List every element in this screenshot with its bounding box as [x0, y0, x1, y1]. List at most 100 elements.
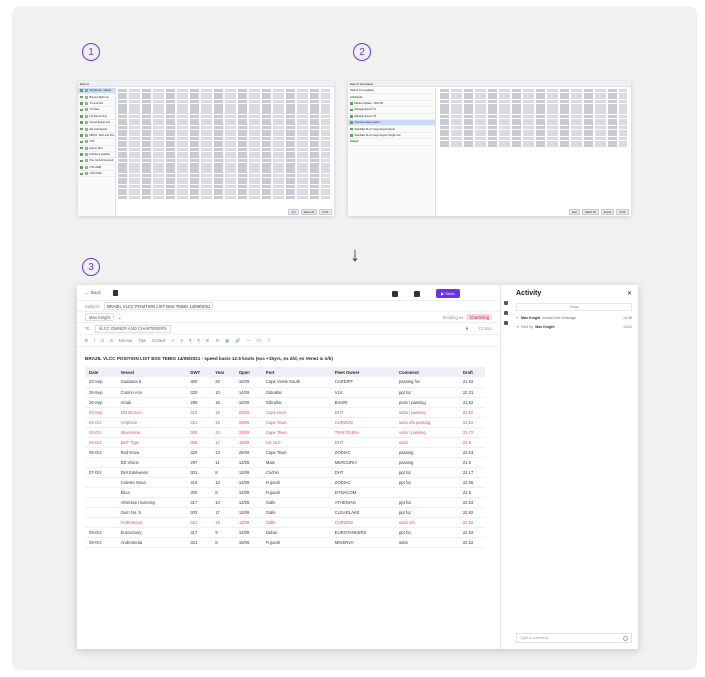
check-icon [350, 121, 353, 124]
format-tool[interactable]: ≡ [267, 338, 269, 343]
radio-icon[interactable] [84, 146, 88, 150]
chevron-down-icon[interactable]: ⌄ [118, 315, 122, 320]
cell-vessel: DS Vision [116, 457, 187, 468]
format-tool[interactable]: ☰ [206, 338, 210, 343]
templates-preview [440, 89, 627, 208]
cell-draft: 21.5 [458, 487, 485, 498]
cell-year: 9 [211, 527, 235, 538]
radio-icon[interactable] [84, 95, 88, 99]
preview-line [118, 192, 330, 196]
comment-input[interactable]: Type a comment [516, 633, 632, 643]
radio-icon[interactable] [84, 108, 88, 112]
export-item-label: OTA OVAF [89, 172, 103, 176]
select-all-button[interactable]: Select All [300, 209, 318, 215]
new-template-button[interactable]: New [568, 209, 581, 215]
send-button[interactable]: ▶ Send [436, 289, 460, 298]
templates-xcvl-button[interactable]: XCVL [616, 209, 629, 215]
export-list-item[interactable]: OTA OVAF [78, 171, 115, 178]
radio-icon[interactable] [84, 133, 88, 137]
radio-icon[interactable] [84, 165, 88, 169]
radio-icon[interactable] [84, 114, 88, 118]
format-tool[interactable]: U [101, 338, 104, 343]
cell-owner: ATHENIAN [330, 497, 395, 508]
attachment-icon[interactable] [504, 321, 508, 325]
cell-draft: 22.52 [458, 407, 485, 418]
export-xcvl-button[interactable]: XCVL [319, 209, 332, 215]
trash-icon[interactable] [112, 289, 118, 296]
radio-icon[interactable] [84, 159, 88, 163]
radio-icon[interactable] [84, 101, 88, 105]
format-tool[interactable]: B [85, 338, 88, 343]
format-tool[interactable]: <> [257, 338, 262, 343]
format-tool[interactable]: S [110, 338, 113, 343]
activity-title: Activity [516, 289, 542, 297]
sending-as-tag[interactable]: Chartering [466, 314, 492, 320]
format-tool[interactable]: A [172, 338, 175, 343]
format-tool[interactable]: ▦ [225, 338, 229, 343]
subject-input[interactable]: BRAZIL VLCC POSITION LIST BSS TEBIG 14/0… [104, 302, 214, 310]
cell-dwt: 303 [186, 507, 212, 518]
cell-port: Dubai [261, 527, 331, 538]
format-tool[interactable]: A [180, 338, 183, 343]
radio-icon[interactable] [84, 89, 88, 93]
export-item-label: OTA 1998 [89, 165, 102, 169]
cell-draft: 22.31 [458, 387, 485, 398]
event-user: Max Knight [535, 325, 555, 329]
column-header: Date [85, 367, 117, 377]
radio-icon[interactable] [84, 153, 88, 157]
check-icon [80, 153, 83, 156]
cell-year: 8 [211, 487, 235, 498]
cell-year: 8 [211, 467, 235, 478]
cell-date: 26-Sep [85, 397, 117, 408]
preview-line [118, 144, 330, 148]
to-recipient-chip[interactable]: VLCC OWNER AND CHARTERERS [94, 324, 171, 333]
tag-icon[interactable] [504, 311, 508, 315]
format-tool[interactable]: ¶ [189, 338, 191, 343]
format-tool[interactable]: — [246, 338, 250, 343]
cell-owner: CURZON [330, 417, 395, 428]
cell-date: 06-Oct [85, 447, 117, 458]
sort-az-button[interactable]: A-Z [288, 209, 299, 215]
clear-recipients-icon[interactable]: ✕ [465, 326, 469, 331]
print-icon[interactable] [392, 290, 398, 297]
table-row: Athenian Harmony 317 10 13/09 Galle ATHENIAN p… [85, 497, 485, 508]
cell-dwt: 317 [186, 527, 212, 538]
cell-comment: passing [394, 447, 459, 458]
format-tool[interactable]: I [94, 338, 95, 343]
from-select[interactable]: Max Knight [85, 313, 114, 321]
help-icon[interactable] [623, 635, 628, 641]
preview-line [118, 103, 330, 107]
format-tool[interactable]: ☰ [215, 338, 219, 343]
format-tool[interactable]: ¶ [197, 338, 199, 343]
template-item-label: Manage Export VS [354, 114, 377, 118]
cell-port: Cape Town [261, 427, 331, 438]
templates-select-all-button[interactable]: Select All [582, 209, 599, 215]
radio-icon[interactable] [84, 127, 88, 131]
back-link[interactable]: ← Back [85, 290, 101, 295]
cell-port: Gibraltar [261, 397, 331, 408]
template-item-label: Stanbiker M+C Cargo Export Excel [354, 127, 395, 131]
cell-open: 14/09 [234, 387, 262, 398]
cell-draft: 21.5 [458, 457, 485, 468]
activity-icon[interactable] [504, 301, 508, 305]
cell-open: 23/09 [234, 417, 262, 428]
format-tool[interactable]: Tipe [138, 338, 146, 343]
cell-year: 13 [211, 477, 235, 488]
format-tool[interactable]: Default [152, 338, 165, 343]
cc-bcc-link[interactable]: Cc Bcc [479, 326, 492, 331]
calendar-icon[interactable] [414, 290, 420, 297]
format-tool[interactable]: 🔗 [235, 338, 240, 344]
radio-icon[interactable] [84, 140, 88, 144]
column-header: Year [211, 367, 235, 377]
cell-comment: poss / passing [394, 397, 459, 408]
cell-vessel: Cosmo Ace [116, 387, 187, 398]
sending-as: Sending as Chartering [442, 314, 492, 320]
cell-port: Cape Horn [261, 407, 331, 418]
templates-export-button[interactable]: Export [600, 209, 615, 215]
preview-line [440, 122, 627, 126]
template-item-label: One-line cargo export [354, 121, 380, 125]
radio-icon[interactable] [84, 121, 88, 125]
format-tool[interactable]: Normal [119, 338, 133, 343]
close-icon[interactable]: ✕ [627, 290, 632, 297]
radio-icon[interactable] [84, 172, 88, 176]
